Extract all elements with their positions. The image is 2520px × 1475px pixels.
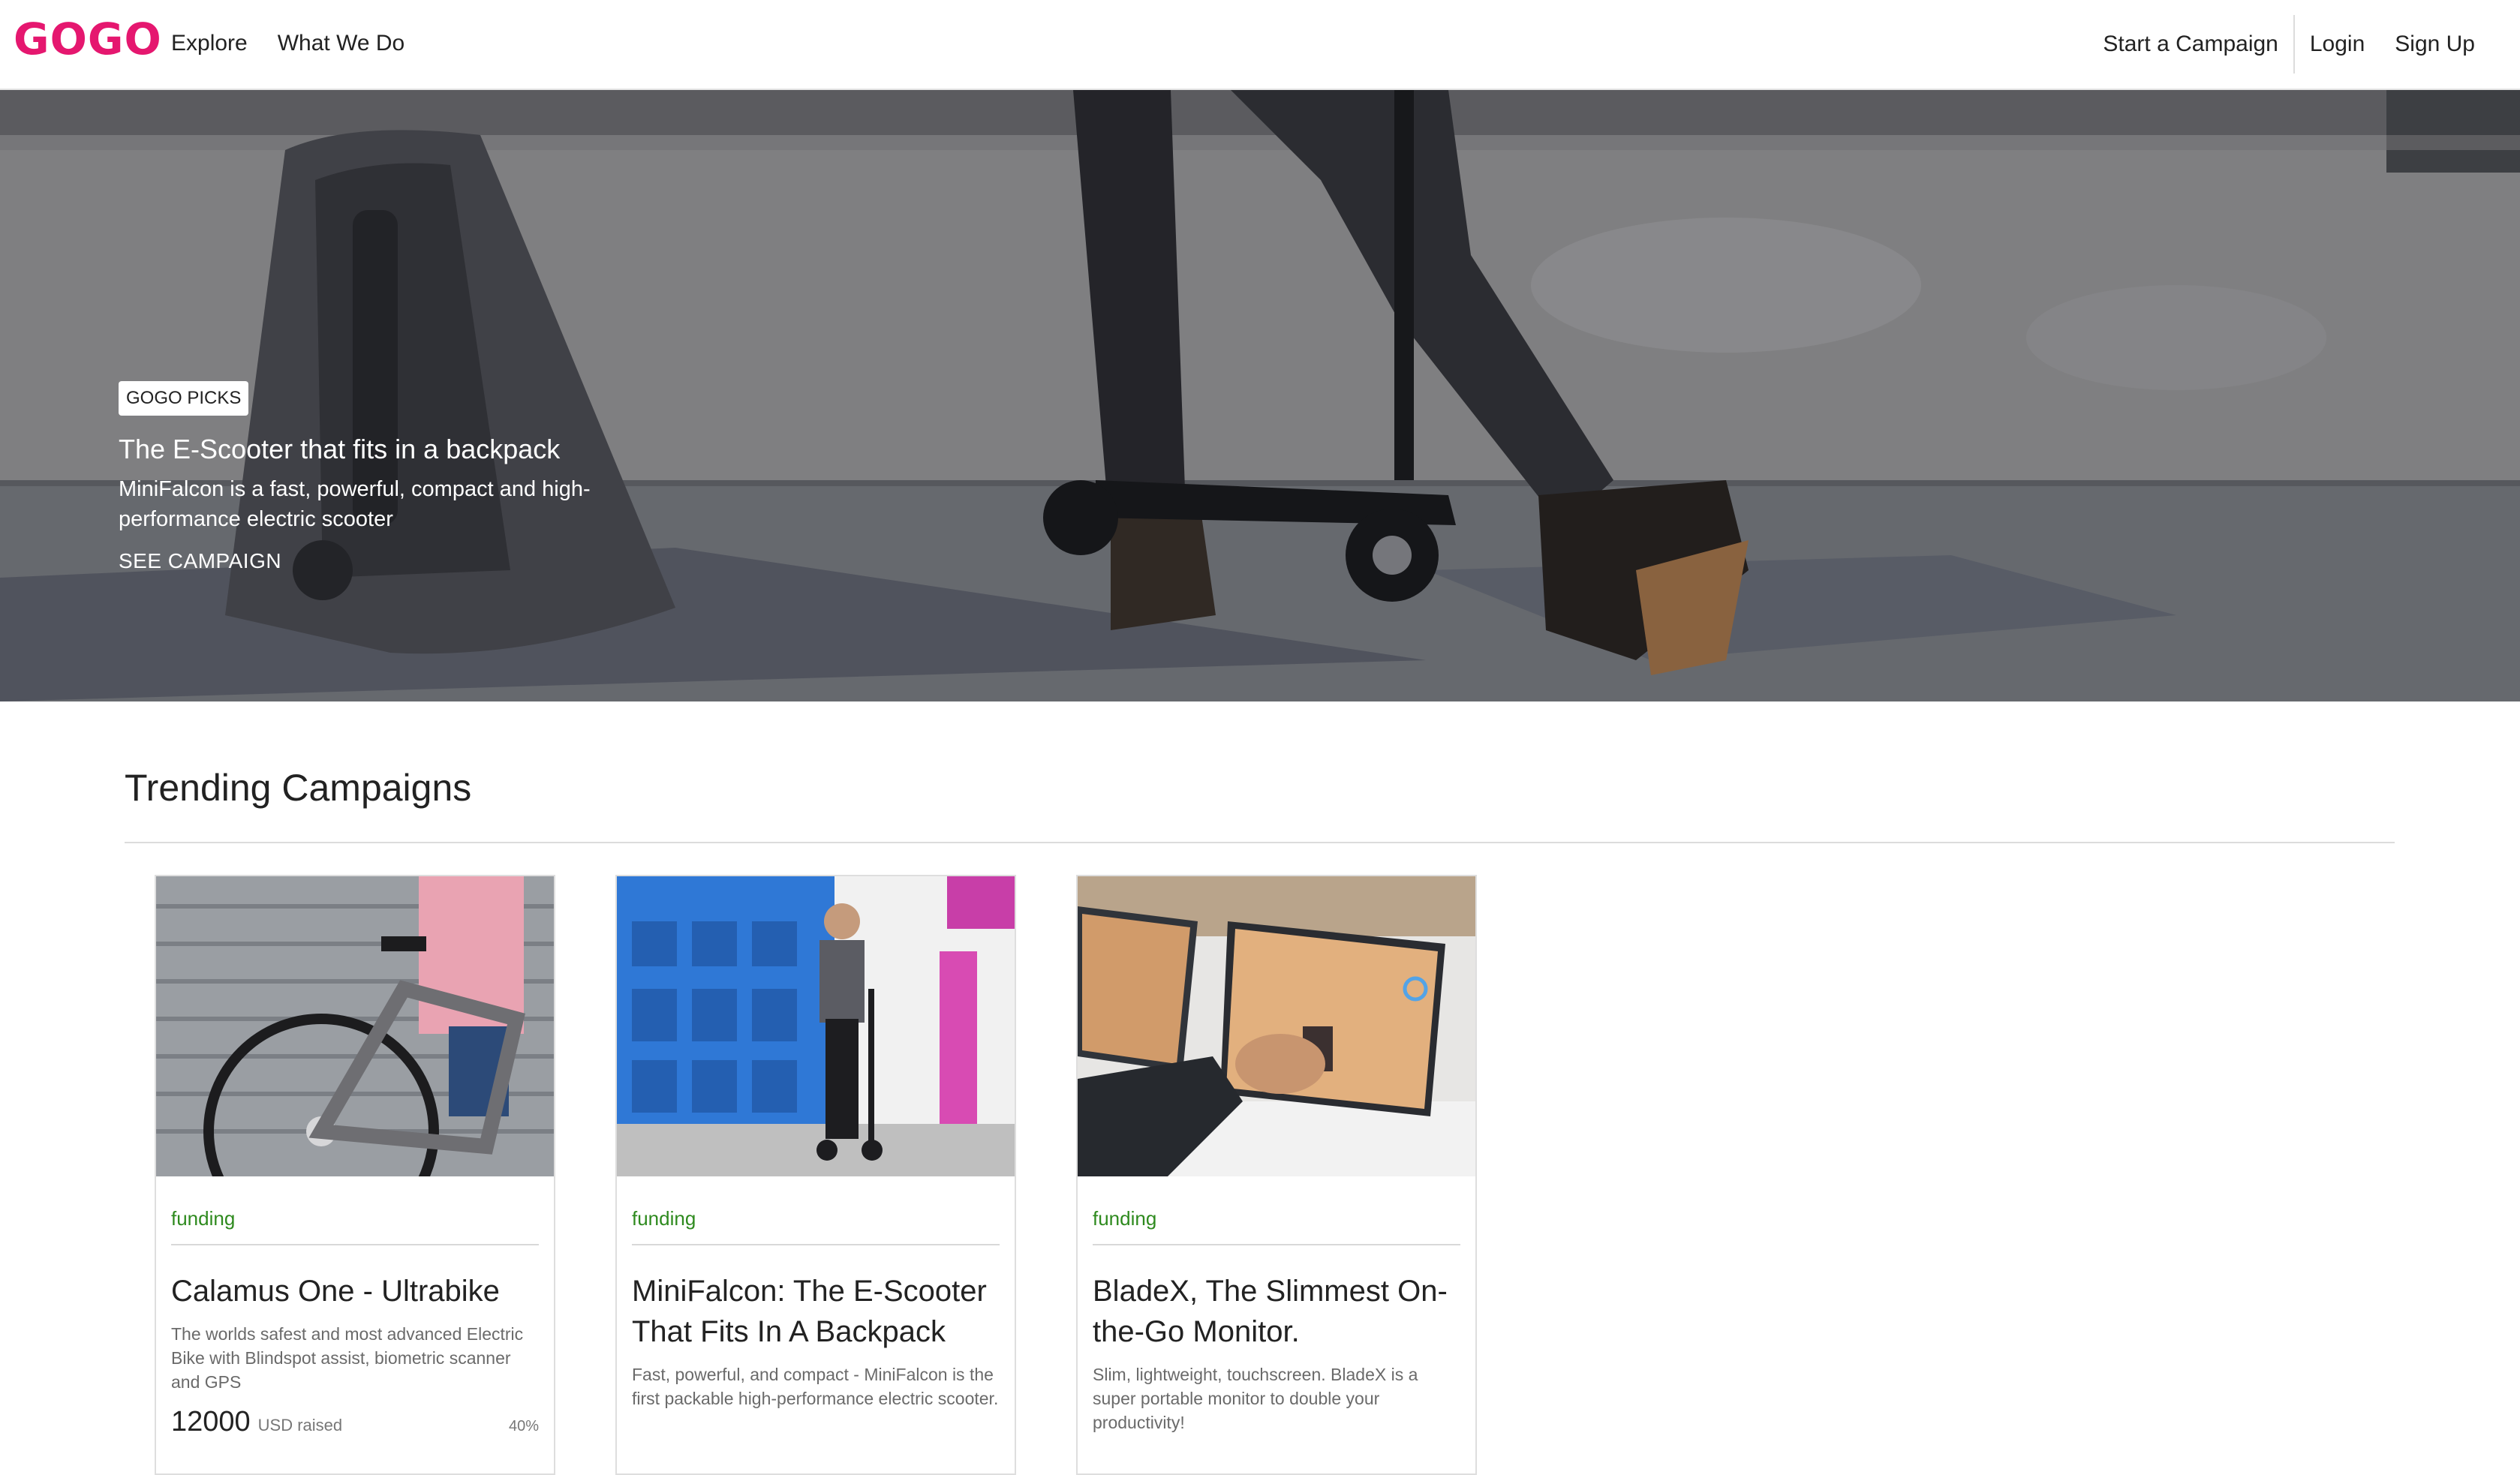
campaign-card-body: funding MiniFalcon: The E-Scooter That F… <box>617 1176 1015 1410</box>
campaign-title[interactable]: MiniFalcon: The E-Scooter That Fits In A… <box>632 1271 1000 1352</box>
signup-link[interactable]: Sign Up <box>2380 29 2490 59</box>
nav-explore[interactable]: Explore <box>171 29 248 59</box>
campaign-status: funding <box>1093 1206 1460 1245</box>
top-navbar: GOGO Explore What We Do Start a Campaign… <box>0 0 2520 90</box>
campaign-status: funding <box>171 1206 539 1245</box>
campaign-stats: 12000 USD raised 40% <box>171 1406 539 1438</box>
primary-nav: Explore What We Do <box>171 29 404 59</box>
trending-campaigns-heading: Trending Campaigns <box>125 767 472 809</box>
campaign-image-escooter[interactable] <box>617 876 1015 1176</box>
see-campaign-link[interactable]: SEE CAMPAIGN <box>119 548 689 575</box>
funded-percent: 40% <box>508 1418 539 1434</box>
campaign-card-list: funding Calamus One - Ultrabike The worl… <box>155 875 1477 1475</box>
campaign-card[interactable]: funding Calamus One - Ultrabike The worl… <box>155 875 555 1475</box>
campaign-card-body: funding Calamus One - Ultrabike The worl… <box>156 1176 554 1438</box>
gogo-logo[interactable]: GOGO <box>14 14 162 65</box>
campaign-card[interactable]: funding BladeX, The Slimmest On-the-Go M… <box>1076 875 1477 1475</box>
section-divider <box>125 842 2395 843</box>
gogo-picks-badge: GOGO PICKS <box>119 381 249 416</box>
campaign-card[interactable]: funding MiniFalcon: The E-Scooter That F… <box>615 875 1016 1475</box>
campaign-title[interactable]: Calamus One - Ultrabike <box>171 1271 539 1311</box>
hero-content: GOGO PICKS The E-Scooter that fits in a … <box>119 381 689 575</box>
campaign-title[interactable]: BladeX, The Slimmest On-the-Go Monitor. <box>1093 1271 1460 1352</box>
campaign-card-body: funding BladeX, The Slimmest On-the-Go M… <box>1078 1176 1475 1434</box>
campaign-status: funding <box>632 1206 1000 1245</box>
campaign-description: The worlds safest and most advanced Elec… <box>171 1324 524 1392</box>
hero-title: The E-Scooter that fits in a backpack <box>119 434 561 464</box>
nav-what-we-do[interactable]: What We Do <box>278 29 405 59</box>
start-campaign-link[interactable]: Start a Campaign <box>2088 29 2293 59</box>
amount-unit: USD raised <box>257 1416 343 1434</box>
account-nav: Start a Campaign Login Sign Up <box>2088 15 2490 74</box>
hero-description: MiniFalcon is a fast, powerful, compact … <box>119 477 591 531</box>
amount-raised: 12000 <box>171 1406 251 1437</box>
login-link[interactable]: Login <box>2295 29 2380 59</box>
campaign-image-monitor[interactable] <box>1078 876 1475 1176</box>
campaign-image-ebike[interactable] <box>156 876 554 1176</box>
campaign-description: Slim, lightweight, touchscreen. BladeX i… <box>1093 1365 1418 1432</box>
campaign-description: Fast, powerful, and compact - MiniFalcon… <box>632 1365 999 1408</box>
hero-banner: GOGO PICKS The E-Scooter that fits in a … <box>0 90 2520 701</box>
